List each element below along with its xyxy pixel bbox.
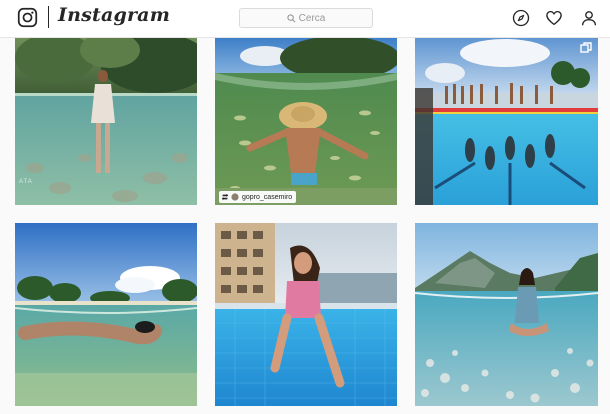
search-placeholder: Cerca [298, 12, 326, 24]
search-icon [287, 13, 296, 22]
repost-badge[interactable]: gopro_casemiro [219, 191, 297, 203]
post-thumbnail-5[interactable] [215, 223, 397, 406]
post-image-snorkel-hat [215, 38, 397, 205]
instagram-camera-icon[interactable] [17, 7, 38, 28]
top-navigation-bar: Instagram Cerca [0, 0, 610, 38]
post-image-tropical-swimmer [15, 223, 197, 406]
post-thumbnail-6[interactable] [415, 223, 598, 406]
post-watermark: ATA [19, 179, 33, 185]
post-thumbnail-1[interactable]: ATA [15, 38, 197, 205]
post-image-pool-swimmers [415, 38, 598, 205]
heart-activity-icon[interactable] [545, 9, 563, 27]
instagram-wordmark[interactable]: Instagram [58, 4, 170, 26]
explore-compass-icon[interactable] [512, 9, 530, 27]
repost-icon [221, 193, 229, 201]
post-thumbnail-3[interactable] [415, 38, 598, 205]
profile-user-icon[interactable] [580, 9, 598, 27]
repost-username: gopro_casemiro [242, 193, 293, 201]
search-input[interactable]: Cerca [239, 8, 373, 28]
carousel-icon [580, 42, 592, 53]
logo-divider [48, 6, 49, 28]
post-thumbnail-4[interactable] [15, 223, 197, 406]
post-image-hotel-pool-woman [215, 223, 397, 406]
post-image-river-woman [15, 38, 197, 205]
repost-avatar [231, 193, 239, 201]
post-thumbnail-2[interactable]: gopro_casemiro [215, 38, 397, 205]
post-image-seabed-woman [415, 223, 598, 406]
